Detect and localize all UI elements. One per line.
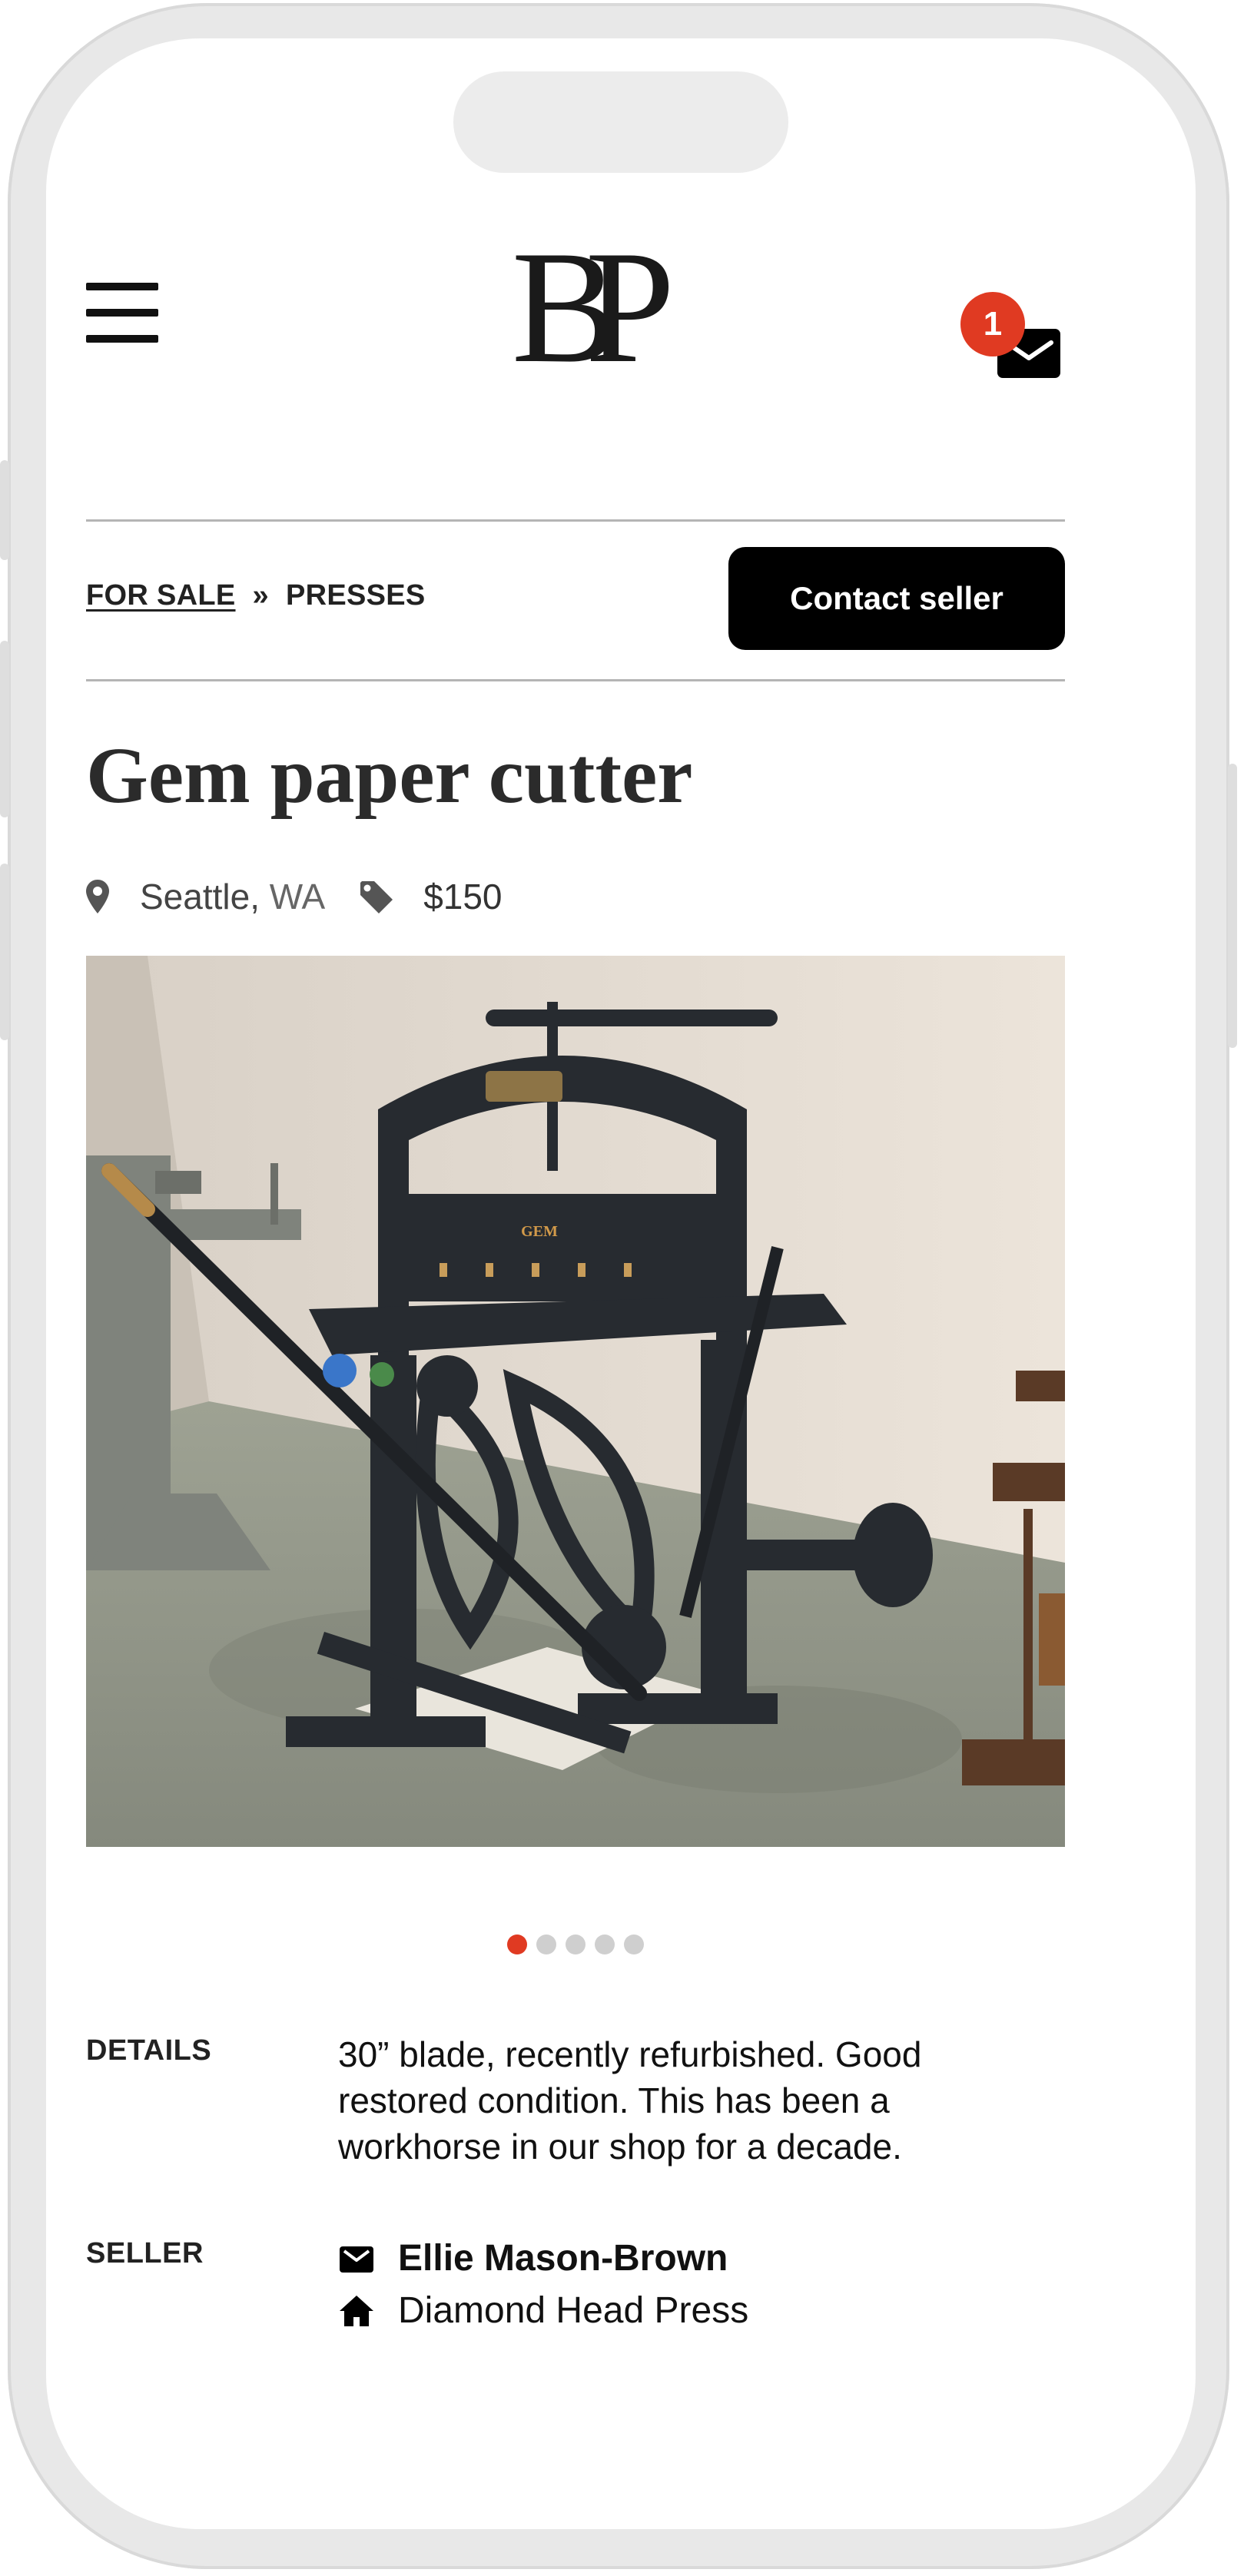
paper-cutter-image: GEM [86, 956, 1065, 1847]
hamburger-icon[interactable] [86, 283, 158, 343]
divider-top [86, 519, 1065, 522]
carousel-dot-3[interactable] [566, 1934, 586, 1954]
volume-down-button [0, 864, 9, 1040]
dynamic-island [453, 71, 788, 173]
envelope-icon [340, 2246, 373, 2273]
divider-bottom [86, 679, 1065, 681]
breadcrumb-for-sale-link[interactable]: FOR SALE [86, 579, 236, 612]
seller-shop: Diamond Head Press [398, 2290, 749, 2331]
volume-up-button [0, 641, 9, 817]
listing-photo[interactable]: GEM [86, 956, 1065, 1847]
carousel-dot-4[interactable] [595, 1934, 615, 1954]
listing-meta: Seattle, WA $150 [86, 876, 503, 917]
carousel-dot-2[interactable] [536, 1934, 556, 1954]
carousel-dot-5[interactable] [624, 1934, 644, 1954]
listing-location: Seattle, WA [140, 876, 325, 917]
breadcrumb-separator: » [252, 579, 269, 612]
brand-logo[interactable]: BP [469, 230, 684, 384]
breadcrumb: FOR SALE » PRESSES [86, 579, 426, 612]
map-pin-icon [86, 880, 109, 913]
listing-city: Seattle, [140, 877, 260, 917]
listing-title: Gem paper cutter [86, 731, 693, 820]
inbox-button[interactable]: 1 [960, 292, 1060, 378]
seller-name-row[interactable]: Ellie Mason-Brown [338, 2237, 728, 2279]
details-text: 30” blade, recently refurbished. Good re… [338, 2034, 922, 2167]
logo-text: BP [512, 230, 669, 384]
photo-gem-label: GEM [521, 1223, 558, 1240]
carousel-dot-1[interactable] [507, 1934, 527, 1954]
seller-name[interactable]: Ellie Mason-Brown [398, 2237, 728, 2279]
seller-shop-row: Diamond Head Press [338, 2289, 748, 2332]
details-label: DETAILS [86, 2034, 212, 2067]
contact-seller-button[interactable]: Contact seller [728, 547, 1065, 650]
unread-badge: 1 [960, 292, 1025, 356]
carousel-dots [507, 1934, 644, 1954]
breadcrumb-current: PRESSES [285, 579, 426, 612]
seller-label: SELLER [86, 2237, 204, 2269]
silent-switch [0, 460, 9, 560]
home-icon [340, 2295, 373, 2326]
listing-state: WA [269, 877, 326, 917]
tag-icon [360, 881, 393, 913]
power-button [1228, 764, 1237, 1048]
listing-price: $150 [423, 877, 503, 917]
